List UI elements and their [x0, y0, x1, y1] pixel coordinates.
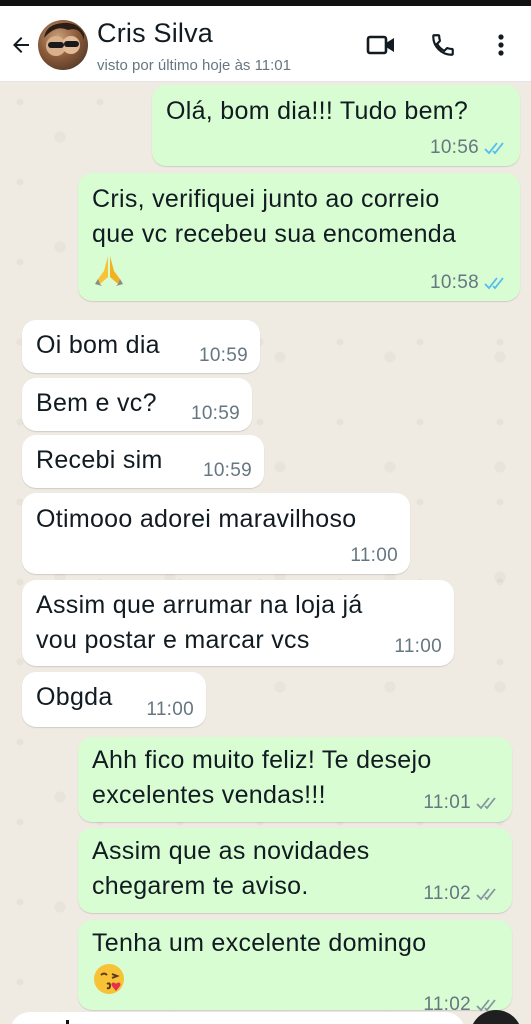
- message-bubble-incoming[interactable]: Oi bom dia 10:59: [22, 320, 260, 373]
- message-text: Assim que as novidades chegarem te aviso…: [92, 837, 370, 900]
- message-text: Tenha um excelente domingo: [92, 929, 427, 957]
- message-meta: 10:58: [430, 272, 508, 294]
- double-check-delivered-icon: [476, 888, 496, 901]
- composer-bar: [0, 1006, 531, 1024]
- message-meta: 10:59: [199, 345, 248, 367]
- double-check-delivered-icon: [476, 797, 496, 810]
- message-meta: 11:01: [423, 792, 500, 814]
- message-time: 10:59: [190, 403, 240, 424]
- message-input[interactable]: [10, 1012, 465, 1024]
- double-check-read-icon: [484, 142, 504, 155]
- message-bubble-incoming[interactable]: Otimooo adorei maravilhoso 11:00: [22, 493, 410, 574]
- message-meta: 10:56: [430, 137, 508, 159]
- message-bubble-incoming[interactable]: Recebi sim 10:59: [22, 435, 264, 488]
- message-text: Otimooo adorei maravilhoso: [36, 505, 357, 533]
- message-text: Obgda: [36, 683, 113, 711]
- text-cursor: [66, 1020, 69, 1024]
- message-time: 10:58: [429, 272, 479, 293]
- status-bar-edge: [0, 0, 531, 6]
- back-button[interactable]: [6, 28, 36, 62]
- video-camera-icon: [366, 35, 394, 55]
- message-time: 11:01: [423, 792, 471, 813]
- message-time: 10:59: [198, 345, 248, 366]
- profile-photo: [44, 22, 84, 56]
- double-check-read-icon: [484, 277, 504, 290]
- message-bubble-incoming[interactable]: Bem e vc? 10:59: [22, 378, 252, 431]
- message-time: 10:59: [202, 460, 252, 481]
- chat-header: Cris Silva visto por último hoje às 11:0…: [0, 0, 531, 82]
- message-bubble-outgoing[interactable]: Olá, bom dia!!! Tudo bem? 10:56: [152, 85, 520, 166]
- kebab-menu-icon: [498, 34, 504, 56]
- message-text: Ahh fico muito feliz! Te desejo excelent…: [92, 746, 432, 809]
- avatar[interactable]: [38, 20, 88, 70]
- arrow-left-icon: [13, 37, 29, 53]
- message-text: Cris, verifiquei junto ao correio que vc…: [92, 185, 457, 248]
- message-text: Assim que arrumar na loja já vou postar …: [36, 591, 363, 654]
- message-text: Bem e vc?: [36, 389, 157, 417]
- message-meta: 11:00: [394, 636, 442, 658]
- message-text: Oi bom dia: [36, 331, 160, 359]
- message-bubble-outgoing[interactable]: Ahh fico muito feliz! Te desejo excelent…: [78, 737, 512, 822]
- message-text: Recebi sim: [36, 446, 163, 474]
- message-meta: 10:59: [191, 403, 240, 425]
- contact-name[interactable]: Cris Silva: [97, 18, 213, 49]
- last-seen-status: visto por último hoje às 11:01: [97, 57, 291, 74]
- folded-hands-emoji: [95, 256, 123, 286]
- message-time: 11:00: [146, 699, 194, 720]
- message-bubble-incoming[interactable]: Obgda 11:00: [22, 672, 206, 727]
- message-list[interactable]: Olá, bom dia!!! Tudo bem? 10:56 Cris, ve…: [0, 82, 531, 1024]
- message-time: 11:02: [423, 883, 471, 904]
- message-bubble-incoming[interactable]: Assim que arrumar na loja já vou postar …: [22, 580, 454, 666]
- phone-icon: [432, 34, 454, 56]
- video-call-button[interactable]: [362, 28, 400, 62]
- message-bubble-outgoing[interactable]: Assim que as novidades chegarem te aviso…: [78, 828, 512, 913]
- message-time: 10:56: [429, 137, 479, 158]
- voice-call-button[interactable]: [425, 28, 461, 62]
- message-bubble-outgoing[interactable]: Tenha um excelente domingo 11:02: [78, 920, 512, 1015]
- message-bubble-outgoing[interactable]: Cris, verifiquei junto ao correio que vc…: [78, 173, 520, 301]
- message-meta: 10:59: [203, 460, 252, 482]
- message-time: 11:00: [350, 545, 398, 566]
- face-blowing-kiss-emoji: [94, 964, 124, 994]
- message-meta: 11:02: [423, 883, 500, 905]
- message-meta: 11:00: [350, 545, 398, 567]
- message-time: 11:00: [394, 636, 442, 657]
- more-options-button[interactable]: [486, 28, 516, 62]
- message-meta: 11:00: [146, 699, 194, 721]
- mic-button[interactable]: [470, 1010, 522, 1024]
- message-text: Olá, bom dia!!! Tudo bem?: [166, 97, 469, 125]
